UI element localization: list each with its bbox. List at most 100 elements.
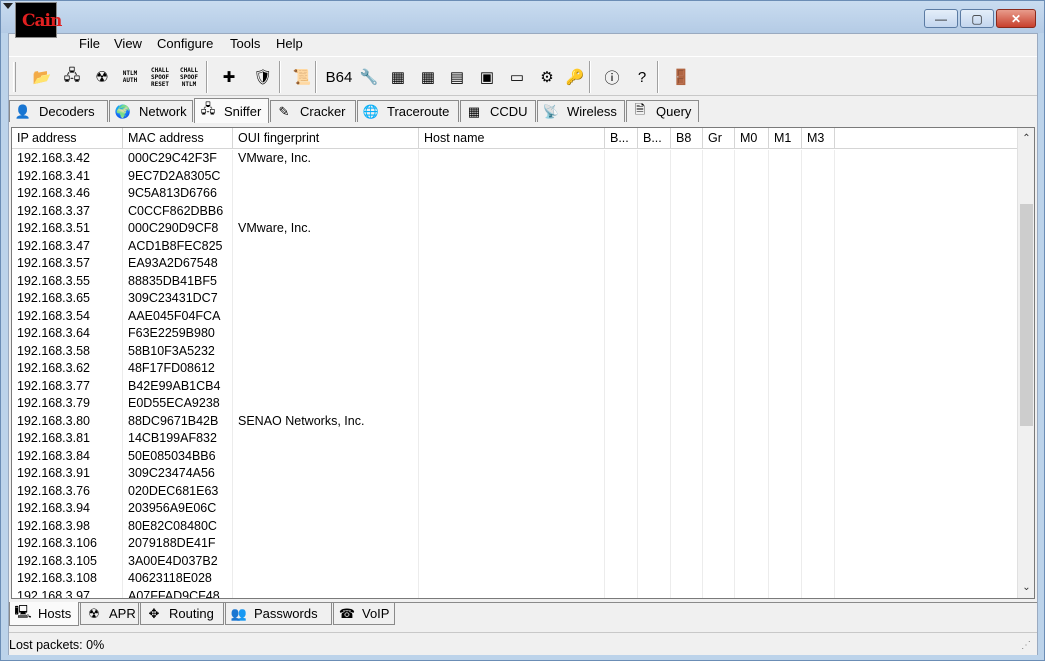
remove-icon[interactable]: 🛡 — [250, 62, 276, 92]
table-cell — [703, 150, 735, 168]
trace-icon[interactable]: ⚙ — [534, 62, 560, 92]
key-icon[interactable]: 🔑 — [562, 62, 588, 92]
tab-sniffer[interactable]: 🖧 Sniffer — [194, 98, 269, 123]
table-cell — [769, 237, 802, 255]
packet-icon[interactable]: ▤ — [444, 62, 470, 92]
column-header[interactable]: B... — [605, 128, 638, 149]
scroll-up-icon[interactable]: ⌃ — [1018, 130, 1034, 147]
table-cell — [605, 325, 638, 343]
table-row[interactable]: 192.168.3.42 000C29C42F3F VMware, Inc. — [12, 150, 1018, 168]
toolbar-grip[interactable] — [13, 62, 16, 92]
menu-view[interactable]: View — [110, 36, 146, 51]
subtab-routing[interactable]: ✥ Routing — [140, 603, 224, 625]
close-button[interactable]: ✕ — [996, 9, 1036, 28]
table-cell — [638, 395, 671, 413]
column-header[interactable]: MAC address — [123, 128, 233, 149]
maximize-button[interactable]: ▢ — [960, 9, 994, 28]
table-row[interactable]: 192.168.3.91 309C23474A56 — [12, 465, 1018, 483]
menu-configure[interactable]: Configure — [153, 36, 217, 51]
tab-query[interactable]: 🗎 Query — [626, 100, 699, 122]
minimize-button[interactable]: — — [924, 9, 958, 28]
start-apr-icon[interactable]: ☢ — [89, 62, 115, 92]
certificate-icon[interactable]: 📜 — [289, 62, 315, 92]
column-header[interactable]: B... — [638, 128, 671, 149]
exit-icon[interactable]: 🚪 — [668, 62, 694, 92]
tab-cracker[interactable]: ✎ Cracker — [270, 100, 356, 122]
table-row[interactable]: 192.168.3.81 14CB199AF832 — [12, 430, 1018, 448]
resize-grip-icon[interactable]: ⋰ — [1021, 640, 1033, 652]
table-row[interactable]: 192.168.3.46 9C5A813D6766 — [12, 185, 1018, 203]
table-row[interactable]: 192.168.3.37 C0CCF862DBB6 — [12, 202, 1018, 220]
table-row[interactable]: 192.168.3.106 2079188DE41F — [12, 535, 1018, 553]
title-bar[interactable]: Cain — ▢ ✕ — [1, 1, 1044, 38]
help-icon[interactable]: ? — [629, 62, 655, 92]
network-grid2-icon[interactable]: ▦ — [415, 62, 441, 92]
base64-icon[interactable]: B64 — [326, 62, 353, 92]
table-row[interactable]: 192.168.3.65 309C23431DC7 — [12, 290, 1018, 308]
table-row[interactable]: 192.168.3.84 50E085034BB6 — [12, 447, 1018, 465]
table-row[interactable]: 192.168.3.64 F63E2259B980 — [12, 325, 1018, 343]
subtab-passwords[interactable]: 👥 Passwords — [225, 603, 332, 625]
scroll-down-icon[interactable]: ⌄ — [1018, 579, 1034, 596]
table-row[interactable]: 192.168.3.77 B42E99AB1CB4 — [12, 377, 1018, 395]
chall-spoof-reset-icon[interactable]: CHALL SPOOF RESET — [147, 62, 173, 92]
hash-calculator-icon[interactable]: 🔧 — [356, 62, 382, 92]
table-row[interactable]: 192.168.3.55 88835DB41BF5 — [12, 272, 1018, 290]
table-row[interactable]: 192.168.3.98 80E82C08480C — [12, 517, 1018, 535]
table-cell — [735, 517, 769, 535]
column-header[interactable]: IP address — [12, 128, 123, 149]
vertical-scrollbar[interactable]: ⌃ ⌄ — [1017, 128, 1034, 598]
system-menu-icon[interactable] — [3, 3, 13, 11]
column-header[interactable]: Gr — [703, 128, 735, 149]
table-row[interactable]: 192.168.3.47 ACD1B8FEC825 — [12, 237, 1018, 255]
table-row[interactable]: 192.168.3.41 9EC7D2A8305C — [12, 167, 1018, 185]
monitor-icon[interactable]: ▭ — [504, 62, 530, 92]
table-row[interactable]: 192.168.3.58 58B10F3A5232 — [12, 342, 1018, 360]
tab-wireless[interactable]: 📡 Wireless — [537, 100, 625, 122]
column-header[interactable]: M0 — [735, 128, 769, 149]
menu-help[interactable]: Help — [272, 36, 307, 51]
tab-ccdu[interactable]: ▦ CCDU — [460, 100, 536, 122]
network-grid-icon[interactable]: ▦ — [385, 62, 411, 92]
table-row[interactable]: 192.168.3.57 EA93A2D67548 — [12, 255, 1018, 273]
menu-tools[interactable]: Tools — [226, 36, 264, 51]
scroll-thumb[interactable] — [1020, 204, 1033, 426]
column-header[interactable]: M3 — [802, 128, 835, 149]
column-header[interactable]: M1 — [769, 128, 802, 149]
start-sniffer-icon[interactable]: 🖧 — [59, 62, 85, 92]
column-header[interactable]: Host name — [419, 128, 605, 149]
subtab-voip[interactable]: ☎ VoIP — [333, 603, 395, 625]
table-row[interactable]: 192.168.3.79 E0D55ECA9238 — [12, 395, 1018, 413]
ntlm-auth-icon[interactable]: NTLM AUTH — [117, 62, 143, 92]
menu-file[interactable]: File — [75, 36, 104, 51]
table-row[interactable]: 192.168.3.76 020DEC681E63 — [12, 482, 1018, 500]
table-cell — [769, 412, 802, 430]
mac-cell: 000C290D9CF8 — [123, 220, 233, 238]
table-row[interactable]: 192.168.3.94 203956A9E06C — [12, 500, 1018, 518]
add-to-list-icon[interactable]: ✚ — [216, 62, 242, 92]
subtab-apr[interactable]: ☢ APR — [80, 603, 139, 625]
table-row[interactable]: 192.168.3.54 AAE045F04FCA — [12, 307, 1018, 325]
tab-network[interactable]: 🌍 Network — [109, 100, 193, 122]
column-header[interactable]: OUI fingerprint — [233, 128, 419, 149]
table-cell — [605, 202, 638, 220]
tab-traceroute[interactable]: 🌐 Traceroute — [357, 100, 459, 122]
ip-cell: 192.168.3.54 — [12, 307, 123, 325]
table-cell — [735, 167, 769, 185]
table-row[interactable]: 192.168.3.80 88DC9671B42B SENAO Networks, … — [12, 412, 1018, 430]
table-cell — [703, 535, 735, 553]
info-icon[interactable]: ⓘ — [599, 62, 625, 92]
chall-spoof-ntlm-icon[interactable]: CHALL SPOOF NTLM — [176, 62, 202, 92]
card-icon[interactable]: ▣ — [474, 62, 500, 92]
table-row[interactable]: 192.168.3.105 3A00E4D037B2 — [12, 552, 1018, 570]
table-cell — [638, 500, 671, 518]
table-row[interactable]: 192.168.3.108 40623118E028 — [12, 570, 1018, 588]
table-row[interactable]: 192.168.3.62 48F17FD08612 — [12, 360, 1018, 378]
table-row[interactable]: 192.168.3.51 000C290D9CF8 VMware, Inc. — [12, 220, 1018, 238]
subtab-hosts[interactable]: 🖳 Hosts — [9, 602, 79, 626]
table-cell — [419, 395, 605, 413]
column-header[interactable]: B8 — [671, 128, 703, 149]
tab-decoders[interactable]: 👤 Decoders — [9, 100, 108, 122]
table-row[interactable]: 192.168.3.97 A07FFAD9CF48 — [12, 587, 1018, 598]
open-folder-icon[interactable]: 📂 — [29, 62, 55, 92]
